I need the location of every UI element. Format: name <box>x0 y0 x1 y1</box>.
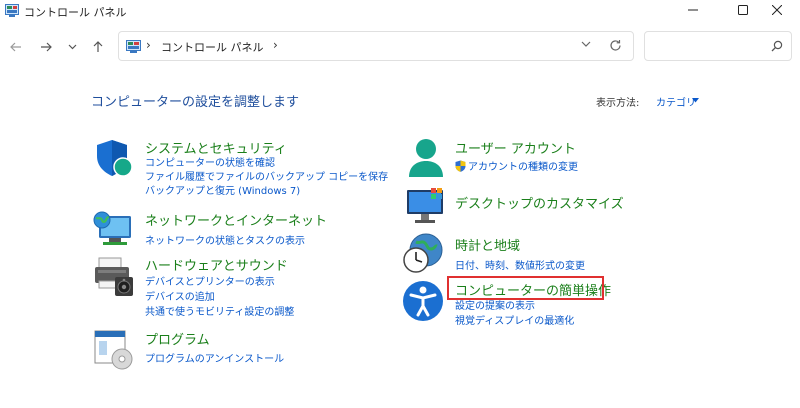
maximize-icon <box>738 5 748 15</box>
category-hardware-sound: ハードウェアとサウンド デバイスとプリンターの表示 デバイスの追加 共通で使うモ… <box>93 255 393 318</box>
accessibility-icon[interactable] <box>402 280 444 322</box>
programs-disc-icon[interactable] <box>93 328 135 370</box>
printer-speaker-icon[interactable] <box>93 255 135 297</box>
refresh-icon[interactable] <box>609 39 622 52</box>
close-button[interactable] <box>754 0 800 20</box>
category-title-network-internet[interactable]: ネットワークとインターネット <box>145 210 327 229</box>
link-optimize-display[interactable]: 視覚ディスプレイの最適化 <box>455 312 574 327</box>
search-box[interactable] <box>644 31 792 61</box>
address-bar[interactable]: › コントロール パネル › <box>118 31 634 61</box>
arrow-left-icon <box>10 42 21 52</box>
category-title-hardware-sound[interactable]: ハードウェアとサウンド <box>145 255 288 274</box>
page-title: コンピューターの設定を調整します <box>91 95 300 110</box>
category-clock-region: 時計と地域 日付、時刻、数値形式の変更 <box>402 232 692 274</box>
forward-button[interactable] <box>36 38 56 56</box>
uac-shield-icon <box>455 160 466 172</box>
category-system-security: システムとセキュリティ コンピューターの状態を確認 ファイル履歴でファイルのバッ… <box>93 137 388 197</box>
category-network-internet: ネットワークとインターネット ネットワークの状態とタスクの表示 <box>93 208 383 250</box>
view-by-dropdown[interactable]: カテゴリ <box>656 94 696 109</box>
category-title-desktop-customization[interactable]: デスクトップのカスタマイズ <box>455 193 624 212</box>
category-title-user-accounts[interactable]: ユーザー アカウント <box>455 138 576 157</box>
link-backup-restore[interactable]: バックアップと復元 (Windows 7) <box>145 182 300 197</box>
minimize-icon <box>688 9 698 11</box>
close-icon <box>772 5 782 15</box>
chevron-down-icon[interactable] <box>581 41 591 48</box>
breadcrumb-separator[interactable]: › <box>273 38 278 52</box>
clock-globe-icon[interactable] <box>402 232 444 274</box>
link-network-status[interactable]: ネットワークの状態とタスクの表示 <box>145 232 305 247</box>
category-title-programs[interactable]: プログラム <box>145 329 210 348</box>
link-devices-printers[interactable]: デバイスとプリンターの表示 <box>145 273 275 288</box>
security-shield-icon[interactable] <box>93 137 135 179</box>
caret-down-icon[interactable] <box>692 98 699 103</box>
search-input[interactable] <box>651 37 761 55</box>
title-bar: コントロール パネル <box>0 0 800 26</box>
breadcrumb-control-panel[interactable]: コントロール パネル <box>161 39 264 55</box>
link-check-status[interactable]: コンピューターの状態を確認 <box>145 154 275 169</box>
window-title: コントロール パネル <box>24 6 127 19</box>
recent-locations-button[interactable] <box>62 38 82 56</box>
user-account-icon[interactable] <box>405 137 447 179</box>
category-desktop-customization: デスクトップのカスタマイズ <box>405 186 695 228</box>
arrow-up-icon <box>93 41 103 52</box>
link-file-history-backup[interactable]: ファイル履歴でファイルのバックアップ コピーを保存 <box>145 168 388 183</box>
desktop-monitor-icon[interactable] <box>405 186 447 228</box>
arrow-right-icon <box>41 42 52 52</box>
view-by-label: 表示方法: <box>596 98 640 109</box>
category-title-clock-region[interactable]: 時計と地域 <box>455 235 520 254</box>
search-icon[interactable] <box>771 40 783 52</box>
network-globe-icon[interactable] <box>93 208 135 250</box>
link-uninstall-program[interactable]: プログラムのアンインストール <box>145 350 284 365</box>
link-date-time-format[interactable]: 日付、時刻、数値形式の変更 <box>455 257 585 272</box>
back-button[interactable] <box>6 38 26 56</box>
chevron-down-icon <box>68 44 76 50</box>
link-change-account-type[interactable]: アカウントの種類の変更 <box>455 158 578 173</box>
link-mobility-settings[interactable]: 共通で使うモビリティ設定の調整 <box>145 303 294 318</box>
category-programs: プログラム プログラムのアンインストール <box>93 328 383 370</box>
control-panel-icon <box>5 4 19 17</box>
link-add-device[interactable]: デバイスの追加 <box>145 288 215 303</box>
control-panel-icon <box>126 40 141 53</box>
minimize-button[interactable] <box>670 0 716 20</box>
category-user-accounts: ユーザー アカウント アカウントの種類の変更 <box>405 137 695 179</box>
up-button[interactable] <box>88 38 108 56</box>
highlight-box <box>447 276 604 300</box>
breadcrumb-separator[interactable]: › <box>146 38 151 52</box>
link-change-account-type-label[interactable]: アカウントの種類の変更 <box>468 162 578 173</box>
